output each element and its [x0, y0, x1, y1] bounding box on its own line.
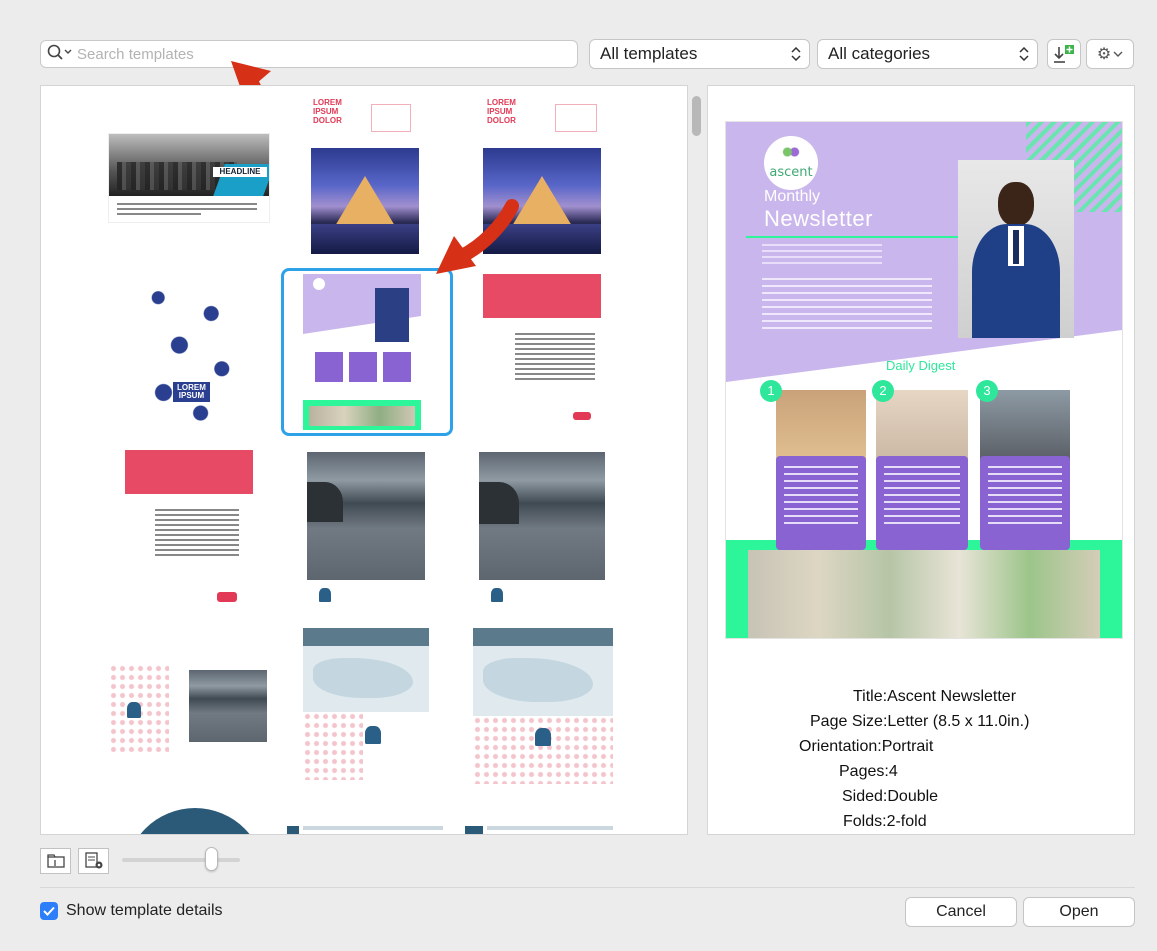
updown-chevron-icon: [791, 47, 801, 61]
template-thumbnail[interactable]: [307, 452, 425, 610]
template-thumbnail[interactable]: [125, 450, 253, 610]
detail-pagesize-value: Letter (8.5 x 11.0in.): [887, 713, 1030, 730]
chevron-down-icon: [1113, 51, 1123, 57]
detail-sided-row: Sided:Double: [842, 788, 939, 805]
detail-pages-value: 4: [888, 763, 898, 780]
browse-folder-button[interactable]: [40, 848, 71, 874]
card-2: [876, 390, 968, 550]
search-icon[interactable]: [47, 43, 73, 65]
open-button[interactable]: Open: [1023, 897, 1135, 927]
thumbnail-size-slider-track[interactable]: [122, 858, 240, 862]
template-grid[interactable]: HEADLINE LOREM IPSUM DOLOR LOREM IPSUM D…: [40, 85, 688, 835]
template-thumbnail[interactable]: LOREM IPSUM: [137, 274, 243, 432]
cancel-button[interactable]: Cancel: [905, 897, 1017, 927]
settings-menu-button[interactable]: ⚙: [1086, 39, 1134, 69]
template-settings-button[interactable]: [78, 848, 109, 874]
detail-title-value: Ascent Newsletter: [887, 688, 1017, 705]
thumbnail-size-slider-handle[interactable]: [205, 847, 219, 871]
detail-pagesize-row: Page Size:Letter (8.5 x 11.0in.): [810, 713, 1030, 730]
template-thumbnail[interactable]: [125, 808, 265, 834]
footer-divider: [40, 887, 1135, 888]
card-3: [980, 390, 1070, 550]
ascent-logo-text: ascent: [769, 165, 813, 180]
detail-folds-row: Folds:2-fold: [843, 813, 927, 830]
thumbnail-lorem-line: IPSUM: [487, 107, 513, 116]
templates-filter-label: All templates: [600, 44, 698, 63]
detail-orientation-value: Portrait: [881, 738, 934, 755]
import-template-button[interactable]: [1047, 39, 1081, 69]
thumbnail-lorem-line: LOREM: [313, 98, 342, 107]
thumbnail-lorem-line: LOREM: [487, 98, 516, 107]
template-thumbnail[interactable]: HEADLINE: [109, 134, 269, 222]
ascent-logo-mark: [782, 144, 800, 160]
annotation-arrow-icon: [436, 199, 519, 274]
detail-title-row: Title:Ascent Newsletter: [853, 688, 1017, 705]
preview-title: Newsletter: [764, 206, 873, 231]
thumbnail-lorem-line: IPSUM: [313, 107, 339, 116]
thumbnail-lorem-line: DOLOR: [487, 116, 516, 125]
categories-filter-label: All categories: [828, 44, 931, 63]
preview-page: ascent Monthly Newsletter Daily Digest 1…: [726, 122, 1122, 638]
show-details-checkbox[interactable]: [40, 902, 58, 920]
template-thumbnail[interactable]: [303, 628, 429, 780]
checkmark-icon: [43, 906, 55, 916]
template-thumbnail[interactable]: [483, 274, 601, 432]
step-badge: 2: [872, 380, 894, 402]
categories-filter-select[interactable]: All categories: [817, 39, 1038, 69]
template-thumbnail[interactable]: [479, 452, 605, 610]
detail-folds-value: 2-fold: [886, 813, 927, 830]
ascent-logo: ascent: [764, 136, 818, 190]
template-thumbnail[interactable]: LOREM IPSUM DOLOR: [309, 94, 421, 256]
document-gear-icon: [84, 852, 102, 869]
gear-icon: ⚙: [1096, 46, 1112, 63]
thumbnail-headline: HEADLINE: [213, 167, 267, 177]
template-thumbnail[interactable]: [109, 664, 269, 752]
template-thumbnail[interactable]: [465, 826, 615, 834]
card-1: [776, 390, 866, 550]
download-plus-icon: [1054, 45, 1074, 63]
show-details-label[interactable]: Show template details: [66, 902, 223, 920]
grid-scrollbar[interactable]: [692, 96, 701, 136]
updown-chevron-icon: [1019, 47, 1029, 61]
section-heading: Daily Digest: [886, 358, 956, 373]
step-badge: 3: [976, 380, 998, 402]
preview-kicker: Monthly: [764, 188, 821, 205]
template-details: Title:Ascent Newsletter Page Size:Letter…: [708, 684, 1134, 834]
template-preview-panel: ascent Monthly Newsletter Daily Digest 1…: [708, 85, 1135, 835]
folder-icon: [46, 854, 65, 868]
selected-template-highlight: [281, 268, 453, 436]
template-thumbnail[interactable]: [473, 628, 613, 784]
toolbar: All templates All categories ⚙: [40, 38, 1135, 70]
detail-orientation-row: Orientation:Portrait: [799, 738, 934, 755]
thumbnail-lorem-line: DOLOR: [313, 116, 342, 125]
template-thumbnail[interactable]: [287, 826, 445, 834]
detail-sided-value: Double: [887, 788, 939, 805]
step-badge: 1: [760, 380, 782, 402]
portrait-photo: [958, 160, 1074, 338]
templates-filter-select[interactable]: All templates: [589, 39, 810, 69]
thumbnail-lorem-line: IPSUM: [178, 391, 205, 400]
detail-pages-row: Pages:4: [839, 763, 898, 780]
